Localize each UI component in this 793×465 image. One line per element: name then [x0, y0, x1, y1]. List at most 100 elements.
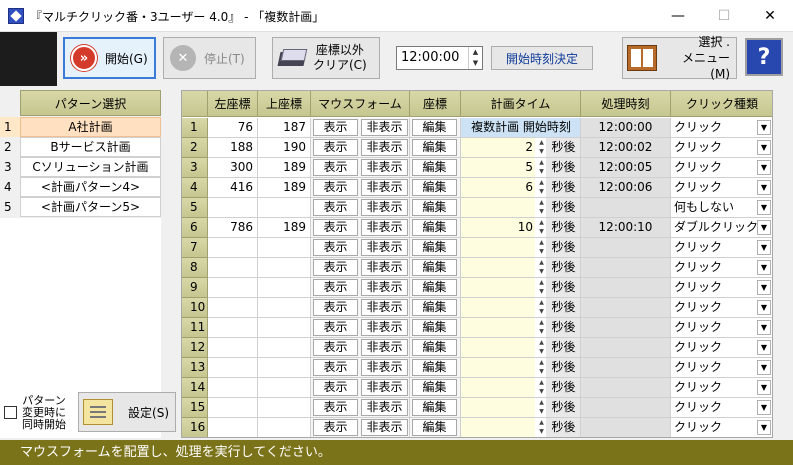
y-coord-cell[interactable]: 190	[258, 138, 311, 158]
click-type-select[interactable]: クリック ▼	[671, 278, 772, 298]
chevron-down-icon[interactable]: ▼	[757, 260, 771, 275]
edit-button[interactable]: 編集	[412, 319, 457, 336]
pattern-item[interactable]: 5 <計画パターン5>	[0, 197, 161, 217]
show-button[interactable]: 表示	[313, 299, 358, 316]
show-button[interactable]: 表示	[313, 119, 358, 136]
plan-seconds-input[interactable]	[461, 298, 535, 317]
edit-button[interactable]: 編集	[412, 339, 457, 356]
start-button[interactable]: » 開始(G)	[63, 37, 156, 79]
y-coord-cell[interactable]: 189	[258, 158, 311, 178]
edit-button[interactable]: 編集	[412, 299, 457, 316]
hide-button[interactable]: 非表示	[361, 139, 408, 156]
chevron-down-icon[interactable]: ▼	[757, 140, 771, 155]
show-button[interactable]: 表示	[313, 259, 358, 276]
decide-start-time-button[interactable]: 開始時刻決定	[491, 46, 593, 70]
show-button[interactable]: 表示	[313, 339, 358, 356]
click-type-select[interactable]: クリック ▼	[671, 238, 772, 258]
x-coord-cell[interactable]	[208, 238, 258, 258]
pattern-name[interactable]: Cソリューション計画	[20, 157, 161, 177]
y-coord-cell[interactable]	[258, 298, 311, 318]
plan-seconds-spinner[interactable]: ▲ ▼	[537, 218, 546, 237]
y-coord-cell[interactable]	[258, 418, 311, 437]
y-coord-cell[interactable]	[258, 378, 311, 398]
hide-button[interactable]: 非表示	[361, 399, 408, 416]
x-coord-cell[interactable]	[208, 358, 258, 378]
x-coord-cell[interactable]: 416	[208, 178, 258, 198]
y-coord-cell[interactable]	[258, 318, 311, 338]
plan-seconds-spinner[interactable]: ▲ ▼	[537, 258, 546, 277]
show-button[interactable]: 表示	[313, 359, 358, 376]
pattern-name[interactable]: Bサービス計画	[20, 137, 161, 157]
x-coord-cell[interactable]	[208, 318, 258, 338]
x-coord-cell[interactable]	[208, 338, 258, 358]
hide-button[interactable]: 非表示	[361, 339, 408, 356]
edit-button[interactable]: 編集	[412, 359, 457, 376]
edit-button[interactable]: 編集	[412, 139, 457, 156]
show-button[interactable]: 表示	[313, 279, 358, 296]
plan-seconds-input[interactable]	[461, 258, 535, 277]
plan-seconds-spinner[interactable]: ▲ ▼	[537, 418, 546, 437]
plan-seconds-input[interactable]	[461, 278, 535, 297]
chevron-down-icon[interactable]: ▼	[757, 280, 771, 295]
chevron-down-icon[interactable]: ▼	[757, 200, 771, 215]
plan-seconds-input[interactable]	[461, 398, 535, 417]
y-coord-cell[interactable]: 189	[258, 178, 311, 198]
close-button[interactable]: ✕	[747, 0, 793, 32]
time-spinner[interactable]: ▲ ▼	[468, 47, 482, 69]
settings-button[interactable]: 設定(S)	[78, 392, 176, 432]
x-coord-cell[interactable]	[208, 198, 258, 218]
plan-seconds-spinner[interactable]: ▲ ▼	[537, 178, 546, 197]
chevron-down-icon[interactable]: ▼	[757, 360, 771, 375]
show-button[interactable]: 表示	[313, 319, 358, 336]
pattern-item[interactable]: 3 Cソリューション計画	[0, 157, 161, 177]
plan-seconds-spinner[interactable]: ▲ ▼	[537, 138, 546, 157]
click-type-select[interactable]: 何もしない ▼	[671, 198, 772, 218]
clear-button[interactable]: 座標以外 クリア(C)	[272, 37, 380, 79]
y-coord-cell[interactable]	[258, 258, 311, 278]
x-coord-cell[interactable]	[208, 258, 258, 278]
chevron-down-icon[interactable]: ▼	[757, 380, 771, 395]
plan-seconds-input[interactable]	[461, 418, 535, 437]
plan-seconds-input[interactable]: 10	[461, 218, 535, 237]
click-type-select[interactable]: クリック ▼	[671, 338, 772, 358]
pattern-item[interactable]: 1 A社計画	[0, 117, 161, 137]
y-coord-cell[interactable]: 187	[258, 118, 311, 138]
click-type-select[interactable]: クリック ▼	[671, 178, 772, 198]
plan-seconds-input[interactable]: 2	[461, 138, 535, 157]
pattern-item[interactable]: 4 <計画パターン4>	[0, 177, 161, 197]
stop-button[interactable]: ✕ 停止(T)	[163, 37, 256, 79]
plan-seconds-spinner[interactable]: ▲ ▼	[537, 378, 546, 397]
maximize-button[interactable]: ☐	[701, 0, 747, 32]
y-coord-cell[interactable]	[258, 398, 311, 418]
hide-button[interactable]: 非表示	[361, 199, 408, 216]
pattern-item[interactable]: 2 Bサービス計画	[0, 137, 161, 157]
plan-seconds-input[interactable]	[461, 238, 535, 257]
edit-button[interactable]: 編集	[412, 119, 457, 136]
y-coord-cell[interactable]	[258, 278, 311, 298]
edit-button[interactable]: 編集	[412, 259, 457, 276]
click-type-select[interactable]: ダブルクリック ▼	[671, 218, 772, 238]
plan-seconds-spinner[interactable]: ▲ ▼	[537, 318, 546, 337]
hide-button[interactable]: 非表示	[361, 239, 408, 256]
plan-seconds-spinner[interactable]: ▲ ▼	[537, 338, 546, 357]
edit-button[interactable]: 編集	[412, 179, 457, 196]
hide-button[interactable]: 非表示	[361, 119, 408, 136]
edit-button[interactable]: 編集	[412, 379, 457, 396]
click-type-select[interactable]: クリック ▼	[671, 298, 772, 318]
edit-button[interactable]: 編集	[412, 279, 457, 296]
plan-seconds-spinner[interactable]: ▲ ▼	[537, 278, 546, 297]
edit-button[interactable]: 編集	[412, 159, 457, 176]
hide-button[interactable]: 非表示	[361, 179, 408, 196]
plan-seconds-input[interactable]	[461, 378, 535, 397]
x-coord-cell[interactable]	[208, 398, 258, 418]
y-coord-cell[interactable]	[258, 338, 311, 358]
pattern-name[interactable]: <計画パターン4>	[20, 177, 161, 197]
x-coord-cell[interactable]	[208, 418, 258, 437]
edit-button[interactable]: 編集	[412, 239, 457, 256]
edit-button[interactable]: 編集	[412, 199, 457, 216]
x-coord-cell[interactable]	[208, 278, 258, 298]
show-button[interactable]: 表示	[313, 139, 358, 156]
chevron-down-icon[interactable]: ▼	[757, 400, 771, 415]
hide-button[interactable]: 非表示	[361, 159, 408, 176]
chevron-down-icon[interactable]: ▼	[757, 300, 771, 315]
